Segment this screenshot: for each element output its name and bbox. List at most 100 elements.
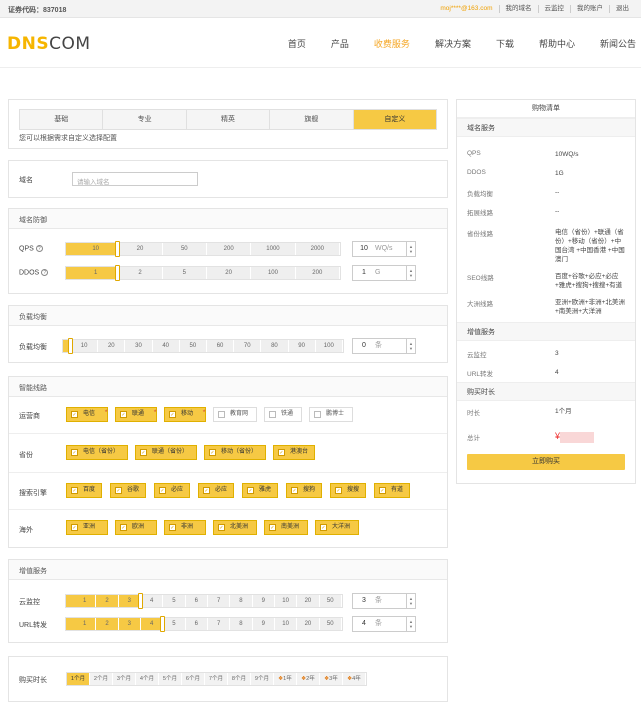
slider-tick[interactable]: 100: [316, 340, 343, 352]
url-value[interactable]: 4: [353, 617, 375, 631]
help-icon[interactable]: ?: [35, 245, 43, 252]
duration-option[interactable]: ❖4年: [343, 673, 366, 685]
duration-option[interactable]: 1个月: [67, 673, 90, 685]
slider-tick[interactable]: 60: [207, 340, 235, 352]
slider-tick[interactable]: 10: [275, 618, 298, 630]
slider-tick[interactable]: 20: [297, 618, 320, 630]
duration-option[interactable]: 8个月: [228, 673, 251, 685]
duration-option[interactable]: 3个月: [113, 673, 136, 685]
route-checkbox[interactable]: ✓ 谷歌: [110, 483, 146, 498]
slider-tick[interactable]: 9: [253, 595, 275, 607]
slider-tick[interactable]: 2: [118, 267, 163, 279]
tab-basic[interactable]: 基础: [20, 110, 104, 129]
qps-slider[interactable]: 10 20 50 200 1000 2000: [65, 241, 341, 257]
tab-flagship[interactable]: 旗舰: [270, 110, 354, 129]
monitor-slider[interactable]: 1 2 3 4 5 6 7 8 9 10 20 50: [65, 593, 343, 609]
route-checkbox[interactable]: ✓ 铁通: [264, 407, 302, 422]
route-checkbox[interactable]: ✓ 搜狗: [286, 483, 322, 498]
route-checkbox[interactable]: ✓ 搜搜: [330, 483, 366, 498]
ddos-slider[interactable]: 1 2 5 20 100 200: [65, 265, 341, 281]
my-account-link[interactable]: 我的账户: [570, 5, 609, 13]
route-checkbox[interactable]: ✓ 亚洲: [66, 520, 108, 535]
slider-tick[interactable]: 2: [96, 595, 119, 607]
slider-tick[interactable]: 8: [230, 595, 253, 607]
stepper-arrows-icon[interactable]: ▲ ▼: [406, 594, 415, 608]
duration-option[interactable]: 7个月: [205, 673, 228, 685]
duration-option[interactable]: ❖1年: [274, 673, 297, 685]
slider-handle[interactable]: [115, 241, 121, 257]
slider-handle[interactable]: [160, 616, 166, 632]
slider-tick[interactable]: 50: [320, 595, 342, 607]
tab-elite[interactable]: 精英: [186, 110, 271, 129]
slider-tick[interactable]: 4: [141, 595, 164, 607]
ddos-value[interactable]: 1: [353, 266, 375, 280]
route-checkbox[interactable]: ✓ 鹏博士: [309, 407, 353, 422]
slider-tick[interactable]: 1000: [251, 243, 296, 255]
nav-products[interactable]: 产品: [331, 37, 349, 50]
slider-tick[interactable]: 2000: [296, 243, 340, 255]
duration-option[interactable]: 2个月: [90, 673, 113, 685]
route-checkbox[interactable]: ✓ 必应: [198, 483, 234, 498]
ddos-stepper[interactable]: 1 G ▲ ▼: [352, 265, 416, 281]
slider-tick[interactable]: 200: [207, 243, 252, 255]
stepper-arrows-icon[interactable]: ▲ ▼: [406, 339, 415, 353]
tab-custom[interactable]: 自定义: [353, 110, 437, 129]
qps-stepper[interactable]: 10 WQ/s ▲ ▼: [352, 241, 416, 257]
nav-paid-services[interactable]: 收费服务: [374, 37, 410, 50]
stepper-arrows-icon[interactable]: ▲ ▼: [406, 242, 415, 256]
slider-tick[interactable]: 1: [74, 267, 119, 279]
nav-solutions[interactable]: 解决方案: [435, 37, 471, 50]
slider-tick[interactable]: 1: [74, 595, 97, 607]
nav-home[interactable]: 首页: [288, 37, 306, 50]
route-checkbox[interactable]: ✓ 北美洲: [213, 520, 257, 535]
slider-handle[interactable]: [115, 265, 121, 281]
route-checkbox[interactable]: ✓ 有道: [374, 483, 410, 498]
duration-option[interactable]: 6个月: [182, 673, 205, 685]
slider-tick[interactable]: 100: [251, 267, 296, 279]
slider-tick[interactable]: 6: [186, 595, 208, 607]
slider-tick[interactable]: 10: [74, 243, 119, 255]
nav-download[interactable]: 下载: [496, 37, 514, 50]
stepper-arrows-icon[interactable]: ▲ ▼: [406, 266, 415, 280]
route-checkbox[interactable]: ✓ 雅虎: [242, 483, 278, 498]
slider-tick[interactable]: 9: [253, 618, 275, 630]
slider-tick[interactable]: 20: [297, 595, 320, 607]
slider-tick[interactable]: 10: [71, 340, 99, 352]
slider-tick[interactable]: 50: [180, 340, 207, 352]
slider-tick[interactable]: 5: [163, 267, 207, 279]
slider-tick[interactable]: 20: [118, 243, 163, 255]
qps-value[interactable]: 10: [353, 242, 375, 256]
balance-stepper[interactable]: 0 条 ▲ ▼: [352, 338, 416, 354]
slider-tick[interactable]: 6: [186, 618, 208, 630]
url-slider[interactable]: 1 2 3 4 5 6 7 8 9 10 20 50: [65, 616, 343, 632]
duration-option[interactable]: ❖2年: [297, 673, 320, 685]
route-checkbox[interactable]: ✓ 非洲: [164, 520, 206, 535]
slider-tick[interactable]: 7: [208, 595, 231, 607]
slider-tick[interactable]: 2: [96, 618, 119, 630]
slider-tick[interactable]: 1: [74, 618, 97, 630]
route-checkbox[interactable]: ✓ 港澳台: [273, 445, 315, 460]
slider-handle[interactable]: [68, 338, 73, 354]
cloud-monitor-link[interactable]: 云监控: [537, 5, 571, 13]
route-checkbox[interactable]: ✓ 电信（省份）: [66, 445, 128, 460]
domain-input[interactable]: 请输入域名: [72, 172, 198, 186]
monitor-value[interactable]: 3: [353, 594, 375, 608]
stepper-arrows-icon[interactable]: ▲ ▼: [406, 617, 415, 631]
tab-pro[interactable]: 专业: [103, 110, 187, 129]
duration-option[interactable]: 5个月: [159, 673, 182, 685]
slider-tick[interactable]: 80: [261, 340, 289, 352]
slider-handle[interactable]: [138, 593, 143, 609]
route-checkbox[interactable]: ✓ 联通 ★: [115, 407, 157, 422]
logout-link[interactable]: 退出: [609, 5, 635, 13]
site-logo[interactable]: DNSCOM: [7, 34, 91, 54]
route-checkbox[interactable]: ✓ 南美洲: [264, 520, 308, 535]
slider-tick[interactable]: 20: [98, 340, 126, 352]
url-stepper[interactable]: 4 条 ▲ ▼: [352, 616, 416, 632]
slider-tick[interactable]: 90: [289, 340, 316, 352]
slider-tick[interactable]: 5: [163, 618, 186, 630]
duration-option[interactable]: 9个月: [251, 673, 274, 685]
route-checkbox[interactable]: ✓ 移动（省份）: [204, 445, 266, 460]
nav-help[interactable]: 帮助中心: [539, 37, 575, 50]
route-checkbox[interactable]: ✓ 教育网: [213, 407, 257, 422]
route-checkbox[interactable]: ✓ 大洋洲: [315, 520, 359, 535]
